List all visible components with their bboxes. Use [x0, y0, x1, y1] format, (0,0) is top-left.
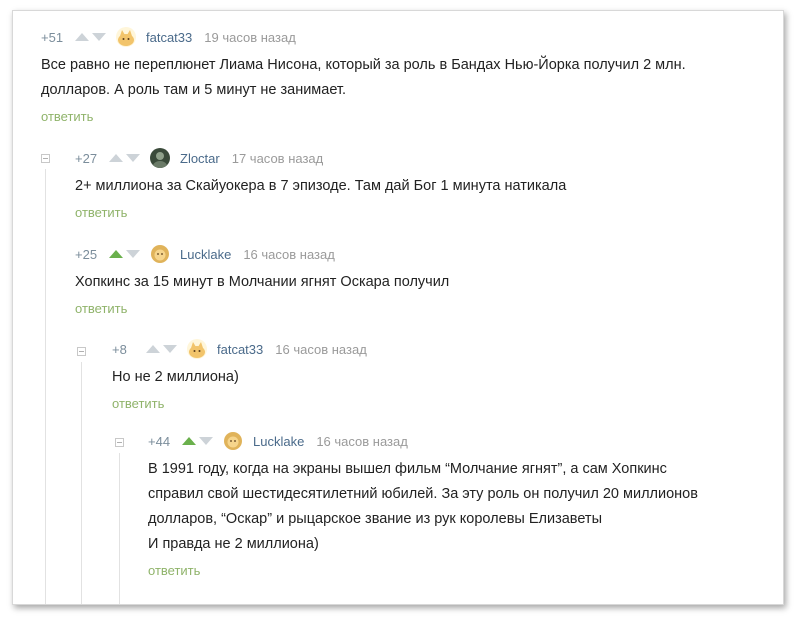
- lion-avatar-icon: [150, 244, 170, 264]
- comment: +51 fatcat33 19 часов назад Все равно не…: [41, 25, 686, 126]
- upvote-icon[interactable]: [109, 154, 123, 162]
- vote-controls: [109, 250, 140, 258]
- collapse-toggle-3[interactable]: [77, 347, 86, 356]
- comment-line: долларов. А роль там и 5 минут не занима…: [41, 82, 346, 98]
- comments-thread: +51 fatcat33 19 часов назад Все равно не…: [12, 10, 784, 605]
- comment-text: Все равно не переплюнет Лиама Нисона, ко…: [41, 53, 686, 103]
- timestamp[interactable]: 16 часов назад: [243, 247, 335, 262]
- avatar[interactable]: [150, 244, 170, 264]
- rating-value: +8: [112, 341, 127, 357]
- comment: +27 Zloctar 17 часов назад 2+ миллиона з…: [75, 146, 566, 222]
- upvote-icon[interactable]: [75, 33, 89, 41]
- author-name[interactable]: Zloctar: [180, 151, 220, 166]
- cat-avatar-icon: [187, 339, 207, 359]
- comment: +8 fatcat33 16 часов назад Но не 2 милли…: [112, 337, 367, 413]
- vote-controls: [146, 345, 177, 353]
- avatar[interactable]: [187, 339, 207, 359]
- comment-text: Хопкинс за 15 минут в Молчании ягнят Оск…: [75, 270, 449, 295]
- vote-controls: [75, 33, 106, 41]
- comment-text: 2+ миллиона за Скайуокера в 7 эпизоде. Т…: [75, 174, 566, 199]
- reply-link[interactable]: ответить: [112, 396, 164, 411]
- comment-meta: +25 Lucklake 16 часов назад: [75, 242, 449, 266]
- comment-text: В 1991 году, когда на экраны вышел фильм…: [148, 457, 698, 557]
- avatar[interactable]: [116, 27, 136, 47]
- avatar[interactable]: [223, 431, 243, 451]
- cat-avatar-icon: [116, 27, 136, 47]
- reply-link[interactable]: ответить: [41, 109, 93, 124]
- comment-meta: +8 fatcat33 16 часов назад: [112, 337, 367, 361]
- rating-value: +51: [41, 29, 64, 45]
- upvote-icon[interactable]: [109, 250, 123, 258]
- comment-line: долларов, “Оскар” и рыцарское звание из …: [148, 511, 602, 527]
- collapse-toggle-4[interactable]: [115, 438, 124, 447]
- rating-value: +25: [75, 246, 98, 262]
- comment: +44 Lucklake 16 часов назад В 1991 году,…: [148, 429, 698, 580]
- rating-value: +27: [75, 150, 98, 166]
- comment: +25 Lucklake 16 часов назад Хопкинс за 1…: [75, 242, 449, 318]
- comment-line: Все равно не переплюнет Лиама Нисона, ко…: [41, 57, 686, 73]
- comment-meta: +27 Zloctar 17 часов назад: [75, 146, 566, 170]
- downvote-icon[interactable]: [199, 437, 213, 445]
- timestamp[interactable]: 17 часов назад: [232, 151, 324, 166]
- comment-line: справил свой шестидесятилетний юбилей. З…: [148, 486, 698, 502]
- comment-meta: +44 Lucklake 16 часов назад: [148, 429, 698, 453]
- author-name[interactable]: fatcat33: [217, 342, 263, 357]
- collapse-toggle-1[interactable]: [41, 154, 50, 163]
- downvote-icon[interactable]: [126, 250, 140, 258]
- comment-line: 2+ миллиона за Скайуокера в 7 эпизоде. Т…: [75, 178, 567, 194]
- reply-link[interactable]: ответить: [75, 301, 127, 316]
- timestamp[interactable]: 16 часов назад: [316, 434, 408, 449]
- thread-line-3: [81, 362, 82, 604]
- lion-avatar-icon: [223, 431, 243, 451]
- author-name[interactable]: Lucklake: [253, 434, 304, 449]
- author-name[interactable]: Lucklake: [180, 247, 231, 262]
- comment-meta: +51 fatcat33 19 часов назад: [41, 25, 686, 49]
- downvote-icon[interactable]: [92, 33, 106, 41]
- thread-line-4: [119, 453, 120, 604]
- upvote-icon[interactable]: [146, 345, 160, 353]
- avatar[interactable]: [150, 148, 170, 168]
- comment-line: Но не 2 миллиона): [112, 369, 239, 385]
- dark-figure-avatar-icon: [150, 148, 170, 168]
- downvote-icon[interactable]: [163, 345, 177, 353]
- rating-value: +44: [148, 433, 171, 449]
- timestamp[interactable]: 16 часов назад: [275, 342, 367, 357]
- reply-link[interactable]: ответить: [148, 563, 200, 578]
- vote-controls: [182, 437, 213, 445]
- upvote-icon[interactable]: [182, 437, 196, 445]
- comment-line: В 1991 году, когда на экраны вышел фильм…: [148, 461, 667, 477]
- timestamp[interactable]: 19 часов назад: [204, 30, 296, 45]
- comment-line: И правда не 2 миллиона): [148, 536, 319, 552]
- comment-text: Но не 2 миллиона): [112, 365, 367, 390]
- downvote-icon[interactable]: [126, 154, 140, 162]
- author-name[interactable]: fatcat33: [146, 30, 192, 45]
- vote-controls: [109, 154, 140, 162]
- comment-line: Хопкинс за 15 минут в Молчании ягнят Оск…: [75, 274, 450, 290]
- thread-line-1: [45, 169, 46, 604]
- reply-link[interactable]: ответить: [75, 205, 127, 220]
